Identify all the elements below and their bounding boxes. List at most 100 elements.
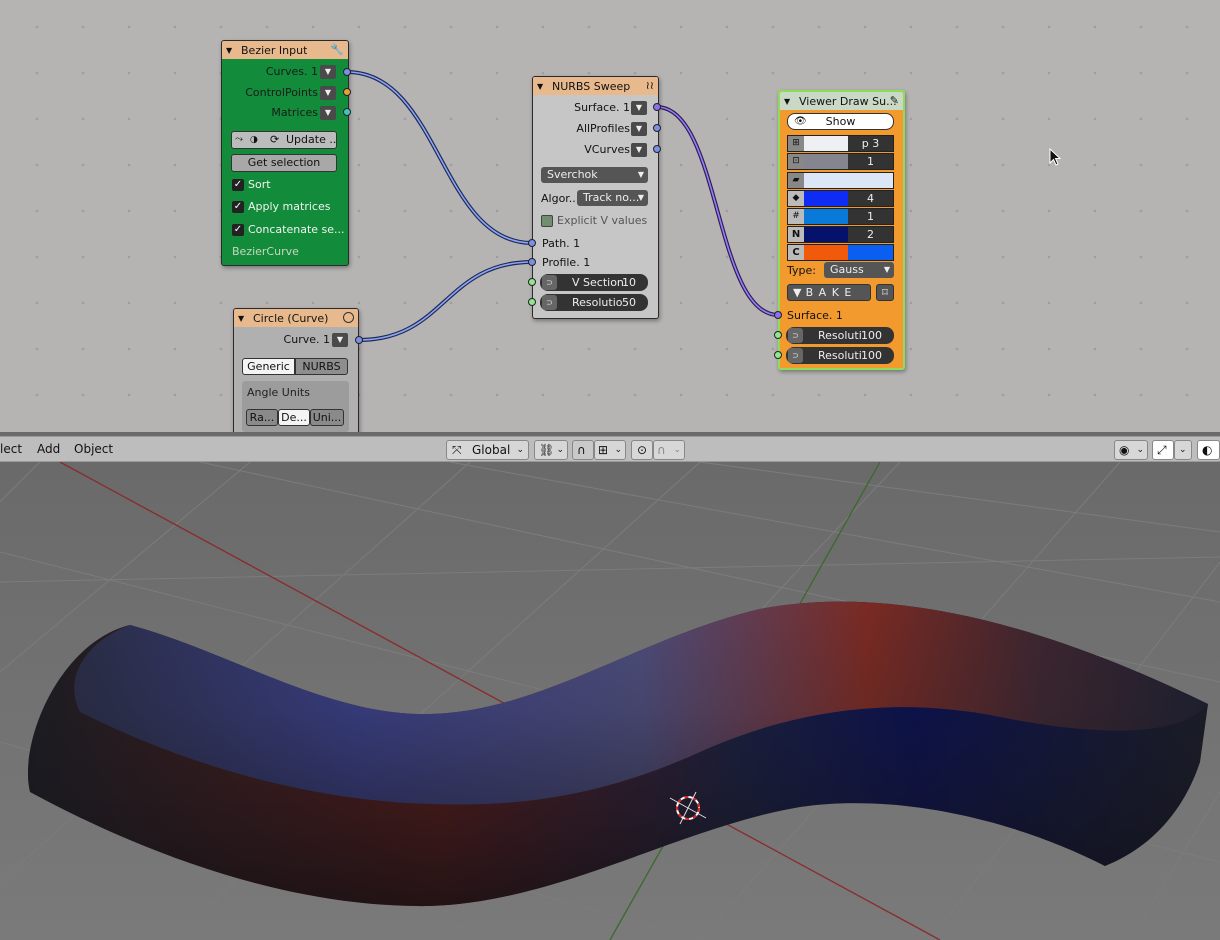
swatch-value[interactable]: 1 (848, 209, 893, 224)
angle-unit-radians[interactable]: Ra... (246, 409, 278, 426)
color-swatch[interactable] (804, 173, 893, 188)
tab-generic[interactable]: Generic (242, 358, 295, 375)
get-selection-button[interactable]: Get selection (231, 154, 337, 172)
color-swatch[interactable] (804, 245, 848, 260)
output-curve-dropdown[interactable]: ▼ (332, 333, 348, 347)
menu-object[interactable]: Object (74, 442, 113, 456)
color-swatch[interactable] (804, 209, 848, 224)
resolution-u-field[interactable]: ⊃ Resoluti 100 (786, 327, 894, 344)
swatch-value[interactable]: 4 (848, 191, 893, 206)
pivot-dropdown[interactable]: ⛓ ⌄ (534, 440, 568, 460)
checkbox-apply-matrices[interactable]: ✓ Apply matrices (232, 200, 330, 213)
socket-resolution-u-in[interactable] (774, 331, 782, 339)
node-editor[interactable]: ▼ Bezier Input 🔧 Curves. 1 ▼ ControlPoin… (0, 0, 1220, 432)
falloff-dropdown[interactable]: ∩ ⌄ (653, 440, 685, 460)
socket-profile-in[interactable] (528, 258, 536, 266)
explicit-v-box[interactable] (541, 215, 553, 227)
implementation-select[interactable]: Sverchok ▼ (541, 167, 648, 183)
collapse-chevron-icon[interactable]: ▼ (226, 46, 236, 55)
checkbox-concatenate[interactable]: ✓ Concatenate se... (232, 223, 345, 236)
socket-path-in[interactable] (528, 239, 536, 247)
swatch-row-points[interactable]: ◆ 4 (787, 190, 894, 207)
socket-controlpoints-out[interactable] (343, 88, 351, 96)
checkbox-apply-matrices-box[interactable]: ✓ (232, 201, 244, 213)
output-controlpoints-dropdown[interactable]: ▼ (320, 86, 336, 100)
update-button[interactable]: ⤳ ◑ ⟳ Update ... (231, 131, 337, 149)
socket-resolution-v-in[interactable] (774, 351, 782, 359)
visibility-dropdown[interactable]: ◉ ⌄ (1114, 440, 1148, 460)
3d-viewport[interactable] (0, 462, 1220, 940)
swatch-value[interactable]: 1 (848, 154, 893, 169)
algorithm-select[interactable]: Track no... ▼ (577, 190, 648, 206)
socket-resolution-in[interactable] (528, 298, 536, 306)
socket-surface-out[interactable] (653, 103, 661, 111)
angle-units-label: Angle Units (247, 386, 310, 399)
menu-select[interactable]: lect (0, 442, 22, 456)
eye-icon: 👁 (794, 116, 807, 127)
output-allprofiles-dropdown[interactable]: ▼ (631, 122, 647, 136)
link-icon: ⊃ (788, 348, 803, 363)
bake-button-label: B A K E (805, 286, 853, 299)
swatch-row-faces[interactable]: ▰ (787, 172, 894, 189)
socket-matrices-out[interactable] (343, 108, 351, 116)
swatch-row-grid[interactable]: #1 (787, 208, 894, 225)
settings-icon: ⌑ (882, 286, 888, 299)
explicit-v-checkbox[interactable]: Explicit V values (541, 214, 647, 227)
circle-curve-header[interactable]: ▼ Circle (Curve) (234, 309, 358, 327)
chevron-down-icon: ⌄ (673, 445, 681, 455)
bezier-input-header[interactable]: ▼ Bezier Input 🔧 (222, 41, 348, 59)
eye-icon: ◉ (1119, 443, 1130, 457)
proportional-edit-toggle[interactable]: ⊙ (631, 440, 653, 460)
output-matrices-dropdown[interactable]: ▼ (320, 106, 336, 120)
socket-surface-in[interactable] (774, 311, 782, 319)
v-section-field[interactable]: ⊃ V Section 10 (540, 274, 648, 291)
color-swatch[interactable] (804, 154, 848, 169)
swatch-row-normals[interactable]: N2 (787, 226, 894, 243)
show-button[interactable]: 👁 Show (787, 113, 894, 130)
gizmo-toggle[interactable]: ⤢ (1152, 440, 1174, 460)
refresh-icon: ⟳ (270, 133, 280, 146)
viewer-draw-header[interactable]: ▼ Viewer Draw Su... ✎ (780, 92, 903, 110)
swatch-row-vertices[interactable]: ⊞ p 3 (787, 135, 894, 152)
snap-toggle[interactable]: ∩ (572, 440, 594, 460)
collapse-chevron-icon[interactable]: ▼ (784, 97, 794, 106)
swatch-value[interactable]: p 3 (848, 136, 893, 151)
bake-button[interactable]: ▼ B A K E (787, 284, 871, 301)
orientation-dropdown[interactable]: ⤧ Global ⌄ (446, 440, 529, 460)
checkbox-sort-box[interactable]: ✓ (232, 179, 244, 191)
socket-curves-out[interactable] (343, 68, 351, 76)
output-surface-dropdown[interactable]: ▼ (631, 101, 647, 115)
resolution-v-field[interactable]: ⊃ Resoluti 100 (786, 347, 894, 364)
socket-allprofiles-out[interactable] (653, 124, 661, 132)
socket-curve-out[interactable] (355, 336, 363, 344)
color-swatch[interactable] (804, 136, 848, 151)
collapse-chevron-icon[interactable]: ▼ (238, 314, 248, 323)
angle-unit-units[interactable]: Uni... (310, 409, 344, 426)
swatch-value[interactable]: 2 (848, 227, 893, 242)
nurbs-sweep-header[interactable]: ▼ NURBS Sweep ≀≀ (533, 77, 658, 95)
node-title: Bezier Input (241, 43, 308, 57)
angle-unit-degrees[interactable]: De... (278, 409, 310, 426)
color-swatch[interactable] (804, 191, 848, 206)
gizmo-dropdown[interactable]: ⌄ (1174, 440, 1192, 460)
v-section-value: 10 (622, 276, 636, 289)
swatch-row-curvature[interactable]: C (787, 244, 894, 261)
tab-nurbs[interactable]: NURBS (295, 358, 348, 375)
output-curves-dropdown[interactable]: ▼ (320, 65, 336, 79)
checkbox-concatenate-box[interactable]: ✓ (232, 224, 244, 236)
menu-add[interactable]: Add (37, 442, 60, 456)
output-allprofiles: AllProfiles (576, 122, 630, 135)
snap-target-dropdown[interactable]: ⊞ ⌄ (594, 440, 626, 460)
resolution-field[interactable]: ⊃ Resolutio 50 (540, 294, 648, 311)
output-vcurves-dropdown[interactable]: ▼ (631, 143, 647, 157)
type-select[interactable]: Gauss ▼ (824, 262, 894, 278)
socket-vcurves-out[interactable] (653, 145, 661, 153)
overlay-toggle[interactable]: ◐ (1197, 440, 1220, 460)
swatch-row-edges[interactable]: ⊡ 1 (787, 153, 894, 170)
bake-options-button[interactable]: ⌑ (876, 284, 894, 301)
color-swatch[interactable] (804, 227, 848, 242)
color-swatch[interactable] (848, 245, 893, 260)
socket-vsection-in[interactable] (528, 278, 536, 286)
checkbox-sort[interactable]: ✓ Sort (232, 178, 271, 191)
collapse-chevron-icon[interactable]: ▼ (537, 82, 547, 91)
